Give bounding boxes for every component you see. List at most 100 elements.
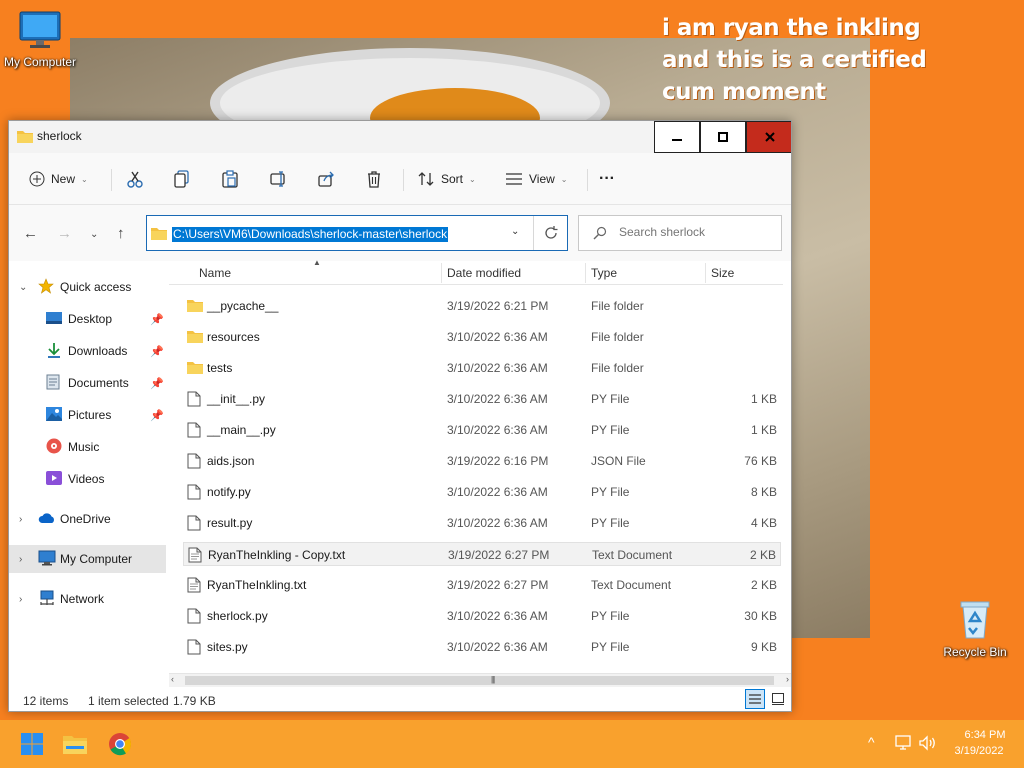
- file-row[interactable]: RyanTheInkling.txt 3/19/2022 6:27 PM Text …: [183, 573, 781, 597]
- column-header-date[interactable]: Date modified: [447, 266, 521, 280]
- pin-icon[interactable]: 📌: [150, 409, 164, 422]
- column-header-size[interactable]: Size: [711, 266, 734, 280]
- chevron-right-icon[interactable]: ›: [19, 554, 22, 565]
- address-path[interactable]: C:\Users\VM6\Downloads\sherlock-master\s…: [172, 227, 449, 242]
- list-header: ▲ Name Date modified Type Size: [169, 258, 783, 285]
- clock-time[interactable]: 6:34 PM: [960, 729, 1010, 741]
- up-arrow-icon[interactable]: ↑: [117, 225, 125, 242]
- grip-icon: |||: [491, 675, 495, 684]
- clock-date[interactable]: 3/19/2022: [948, 745, 1010, 757]
- sidebar-item-downloads[interactable]: Downloads 📌: [9, 337, 166, 365]
- refresh-button[interactable]: [533, 216, 568, 250]
- sidebar-item-desktop[interactable]: Desktop 📌: [9, 305, 166, 333]
- search-box[interactable]: [578, 215, 782, 251]
- rename-button[interactable]: [270, 165, 288, 193]
- video-icon: [46, 470, 62, 488]
- file-date: 3/10/2022 6:36 AM: [447, 392, 548, 406]
- column-header-name[interactable]: Name: [199, 266, 231, 280]
- chevron-down-icon[interactable]: ⌄: [511, 226, 519, 237]
- navigation-pane: ⌄ Quick access Desktop 📌 Downloads 📌 Doc…: [9, 261, 169, 683]
- file-row[interactable]: __main__.py 3/10/2022 6:36 AM PY File 1 KB: [183, 418, 781, 442]
- delete-button[interactable]: [366, 165, 382, 193]
- copy-button[interactable]: [174, 165, 190, 193]
- cut-button[interactable]: [126, 165, 144, 193]
- sidebar-item-pictures[interactable]: Pictures 📌: [9, 401, 166, 429]
- file-size: 9 KB: [750, 640, 777, 654]
- file-date: 3/19/2022 6:27 PM: [448, 548, 550, 562]
- scroll-left-icon[interactable]: ‹: [171, 674, 174, 684]
- file-row[interactable]: __init__.py 3/10/2022 6:36 AM PY File 1 KB: [183, 387, 781, 411]
- file-type: Text Document: [592, 548, 673, 562]
- download-arrow-icon: [46, 342, 62, 361]
- pin-icon[interactable]: 📌: [150, 377, 164, 390]
- folder-icon: [63, 736, 87, 754]
- file-row[interactable]: aids.json 3/19/2022 6:16 PM JSON File 76 KB: [183, 449, 781, 473]
- divider: [587, 169, 588, 191]
- file-name: tests: [207, 361, 233, 375]
- chevron-right-icon[interactable]: ›: [19, 514, 22, 525]
- sidebar-item-videos[interactable]: Videos: [9, 465, 166, 493]
- sidebar-item-music[interactable]: Music: [9, 433, 166, 461]
- show-hidden-icons-chevron[interactable]: ^: [868, 734, 875, 750]
- column-divider[interactable]: [441, 263, 442, 283]
- column-header-type[interactable]: Type: [591, 266, 617, 280]
- sort-button[interactable]: Sort ⌄: [417, 165, 476, 193]
- sidebar-item-onedrive[interactable]: › OneDrive: [9, 505, 166, 533]
- back-arrow-icon[interactable]: ←: [23, 225, 38, 242]
- sidebar-item-my-computer[interactable]: › My Computer: [9, 545, 166, 573]
- chevron-right-icon[interactable]: ›: [19, 594, 22, 605]
- volume-icon[interactable]: [919, 735, 937, 754]
- file-row[interactable]: notify.py 3/10/2022 6:36 AM PY File 8 KB: [183, 480, 781, 504]
- new-button[interactable]: New ⌄: [29, 165, 88, 193]
- forward-arrow-icon[interactable]: →: [57, 225, 72, 242]
- share-button[interactable]: [318, 165, 336, 193]
- pictures-icon: [46, 406, 62, 424]
- file-name: __init__.py: [207, 392, 266, 406]
- taskbar-chrome[interactable]: [104, 728, 136, 760]
- network-tray-icon[interactable]: [895, 735, 913, 754]
- scroll-right-icon[interactable]: ›: [786, 674, 789, 684]
- sidebar-item-network[interactable]: › Network: [9, 585, 166, 613]
- large-icons-view-button[interactable]: [768, 689, 788, 709]
- taskbar-file-explorer[interactable]: [59, 728, 91, 760]
- sidebar-item-documents[interactable]: Documents 📌: [9, 369, 166, 397]
- search-input[interactable]: [619, 225, 769, 239]
- desktop-icon-my-computer[interactable]: My Computer: [0, 10, 80, 69]
- document-icon: [46, 374, 60, 393]
- file-row[interactable]: sites.py 3/10/2022 6:36 AM PY File 9 KB: [183, 635, 781, 659]
- details-view-button[interactable]: [745, 689, 765, 709]
- horizontal-scrollbar[interactable]: ‹ ||| ›: [169, 673, 791, 687]
- file-row[interactable]: __pycache__ 3/19/2022 6:21 PM File folder: [183, 294, 781, 318]
- desktop-icon-recycle-bin[interactable]: Recycle Bin: [935, 598, 1015, 659]
- scrollbar-thumb[interactable]: |||: [185, 675, 774, 685]
- maximize-button[interactable]: [700, 121, 746, 153]
- more-options-button[interactable]: ···: [599, 165, 615, 193]
- file-row[interactable]: sherlock.py 3/10/2022 6:36 AM PY File 30 KB: [183, 604, 781, 628]
- title-bar[interactable]: sherlock: [9, 121, 791, 153]
- file-row[interactable]: RyanTheInkling - Copy.txt 3/19/2022 6:27 …: [183, 542, 781, 566]
- file-size: 1 KB: [750, 423, 777, 437]
- trash-icon: [368, 171, 380, 188]
- view-button[interactable]: View ⌄: [505, 165, 568, 193]
- tiles-view-icon: [772, 693, 784, 705]
- sort-label: Sort: [441, 172, 464, 186]
- pin-icon[interactable]: 📌: [150, 313, 164, 326]
- file-icon: [187, 391, 201, 410]
- close-button[interactable]: [746, 121, 791, 153]
- recent-locations-chevron-icon[interactable]: ⌄: [90, 229, 98, 240]
- column-divider[interactable]: [705, 263, 706, 283]
- minimize-button[interactable]: [654, 121, 700, 153]
- paste-button[interactable]: [222, 165, 238, 193]
- close-icon: [764, 132, 775, 142]
- start-button[interactable]: [16, 728, 48, 760]
- pin-icon[interactable]: 📌: [150, 345, 164, 358]
- sidebar-item-label: Videos: [68, 472, 105, 486]
- file-row[interactable]: resources 3/10/2022 6:36 AM File folder: [183, 325, 781, 349]
- chevron-down-icon[interactable]: ⌄: [19, 282, 27, 293]
- sidebar-item-quick-access[interactable]: ⌄ Quick access: [9, 273, 166, 301]
- file-row[interactable]: result.py 3/10/2022 6:36 AM PY File 4 KB: [183, 511, 781, 535]
- address-bar[interactable]: C:\Users\VM6\Downloads\sherlock-master\s…: [146, 215, 568, 251]
- file-date: 3/19/2022 6:21 PM: [447, 299, 549, 313]
- file-row[interactable]: tests 3/10/2022 6:36 AM File folder: [183, 356, 781, 380]
- column-divider[interactable]: [585, 263, 586, 283]
